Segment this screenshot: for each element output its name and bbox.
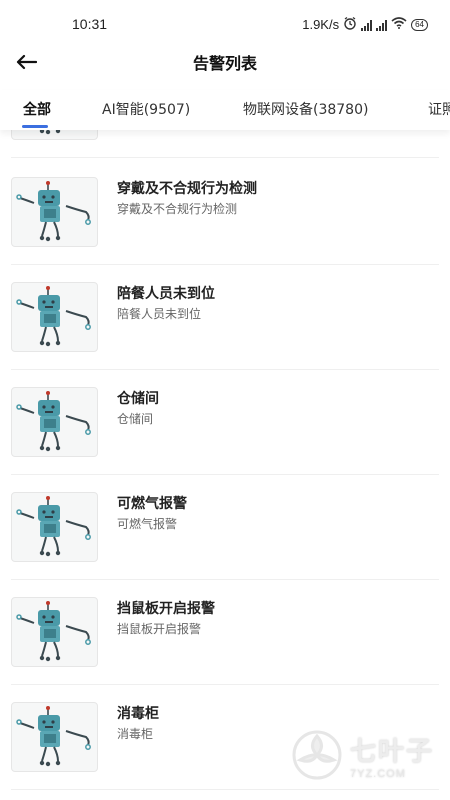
item-title: 消毒柜 xyxy=(117,706,159,722)
robot-icon xyxy=(11,702,98,772)
item-subtitle: 穿戴及不合规行为检测 xyxy=(117,202,238,216)
status-icons: 1.9K/s 64 xyxy=(302,16,428,33)
divider xyxy=(11,157,439,158)
item-subtitle: 可燃气报警 xyxy=(117,517,178,531)
tab-bar: 全部 AI智能(9507) 物联网设备(38780) 证照 xyxy=(0,90,450,130)
tab-all[interactable]: 全部 xyxy=(23,99,51,119)
tab-license[interactable]: 证照 xyxy=(428,99,450,119)
battery-icon: 64 xyxy=(411,18,428,31)
tab-ai[interactable]: AI智能(9507) xyxy=(102,99,190,119)
list-item[interactable]: 仓储间 仓储间 xyxy=(0,369,450,474)
list-item[interactable]: 陪餐人员未到位 陪餐人员未到位 xyxy=(0,264,450,369)
watermark-en: 7YZ.COM xyxy=(349,767,406,780)
divider xyxy=(11,789,439,790)
item-title: 仓储间 xyxy=(117,391,159,407)
alarm-icon xyxy=(343,16,357,33)
status-bar: 10:31 1.9K/s 64 xyxy=(0,0,450,48)
item-title: 穿戴及不合规行为检测 xyxy=(117,181,257,197)
tab-active-indicator xyxy=(22,125,48,128)
list-item[interactable]: 可燃气报警 可燃气报警 xyxy=(0,474,450,579)
page-title: 告警列表 xyxy=(192,54,257,73)
item-title: 陪餐人员未到位 xyxy=(117,286,215,302)
header: 告警列表 xyxy=(0,48,450,90)
watermark-text: 七叶子 7YZ.COM xyxy=(350,731,434,780)
leaf-logo-icon xyxy=(292,730,342,780)
watermark-logo: 七叶子 7YZ.COM xyxy=(290,728,434,782)
robot-icon xyxy=(11,492,98,562)
network-speed: 1.9K/s xyxy=(302,17,340,32)
tab-iot[interactable]: 物联网设备(38780) xyxy=(243,99,368,119)
item-subtitle: 消毒柜 xyxy=(117,727,154,741)
status-time: 10:31 xyxy=(72,16,108,32)
list-item[interactable]: 穿戴及不合规行为检测 穿戴及不合规行为检测 xyxy=(0,159,450,264)
robot-icon xyxy=(11,130,98,140)
wifi-icon xyxy=(391,17,407,32)
robot-icon xyxy=(11,597,98,667)
item-subtitle: 陪餐人员未到位 xyxy=(117,307,202,321)
item-subtitle: 仓储间 xyxy=(117,412,154,426)
list-item[interactable]: 挡鼠板开启报警 挡鼠板开启报警 xyxy=(0,579,450,684)
item-title: 可燃气报警 xyxy=(117,496,187,512)
item-subtitle: 挡鼠板开启报警 xyxy=(117,622,202,636)
robot-icon xyxy=(11,387,98,457)
alarm-list: 穿戴及不合规行为检测 穿戴及不合规行为检测 陪餐人员未到位 陪餐人员未到位 仓储… xyxy=(0,130,450,800)
item-title: 挡鼠板开启报警 xyxy=(117,601,215,617)
watermark-cn: 七叶子 xyxy=(349,736,434,767)
robot-icon xyxy=(11,282,98,352)
robot-icon xyxy=(11,177,98,247)
signal-icon-2 xyxy=(376,19,388,31)
signal-icon xyxy=(361,19,373,31)
